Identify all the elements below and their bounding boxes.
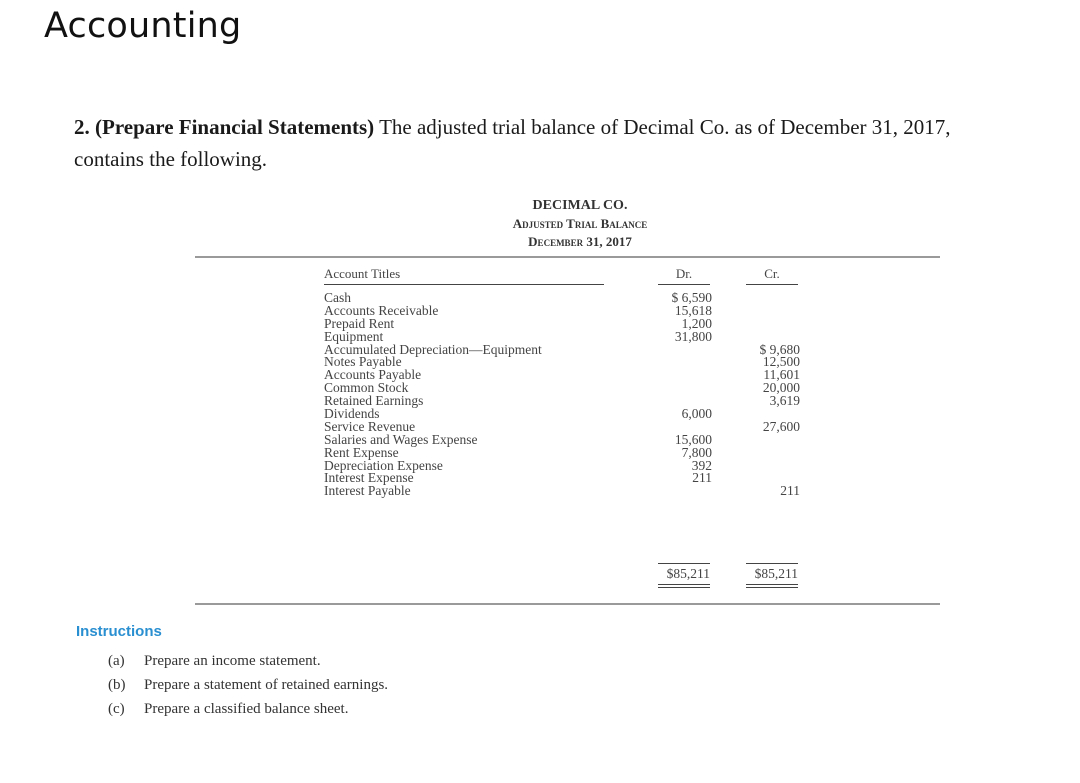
credit-amount: 27,600 [762,418,800,434]
instructions-heading: Instructions [76,623,162,640]
table-row: Prepaid Rent 1,200 [324,317,804,331]
credit-amount: 3,619 [769,393,800,409]
trial-balance-header: DECIMAL CO. Adjusted Trial Balance Decem… [460,197,700,251]
problem-number: 2. [74,115,90,139]
instruction-item: (a) Prepare an income statement. [108,651,388,675]
debit-total: $85,211 [666,566,710,581]
table-row: Accounts Receivable 15,618 [324,304,804,318]
company-name: DECIMAL CO. [532,198,628,213]
trial-balance-rows: Cash $ 6,590 Accounts Receivable 15,618 Prep… [324,291,804,499]
debit-double-underline [658,584,710,588]
table-row: Retained Earnings 3,619 [324,393,804,409]
instruction-letter: (a) [108,653,125,669]
statement-date: December 31, 2017 [528,234,632,249]
column-header-debit: Dr. [658,266,710,285]
statement-name: Adjusted Trial Balance [512,216,648,231]
instructions-list: (a) Prepare an income statement. (b) Prepar… [108,651,388,723]
table-top-rule [195,256,940,258]
problem-heading: (Prepare Financial Statements) [95,115,375,139]
debit-total-rule [658,563,710,564]
table-bottom-rule [195,603,940,605]
account-title: Interest Payable [324,483,411,499]
credit-amount: 211 [780,483,800,499]
instruction-text: Prepare a statement of retained earnings… [144,677,389,693]
credit-double-underline [746,584,798,588]
table-row: Interest Payable 211 [324,483,804,499]
debit-amount: 31,800 [674,328,712,344]
column-header-credit: Cr. [746,266,798,285]
instruction-text: Prepare a classified balance sheet. [144,701,349,717]
credit-total-rule [746,563,798,564]
column-header-account-titles: Account Titles [324,266,604,285]
app-title: Accounting [44,6,242,46]
instruction-item: (b) Prepare a statement of retained earni… [108,675,388,699]
instruction-letter: (b) [108,677,126,693]
instruction-item: (c) Prepare a classified balance sheet. [108,699,388,723]
instruction-letter: (c) [108,701,125,717]
instruction-text: Prepare an income statement. [144,653,321,669]
problem-statement: 2. (Prepare Financial Statements) The ad… [74,111,954,175]
credit-total: $85,211 [754,566,798,581]
debit-amount: 6,000 [681,406,712,422]
debit-amount: 211 [692,470,712,486]
